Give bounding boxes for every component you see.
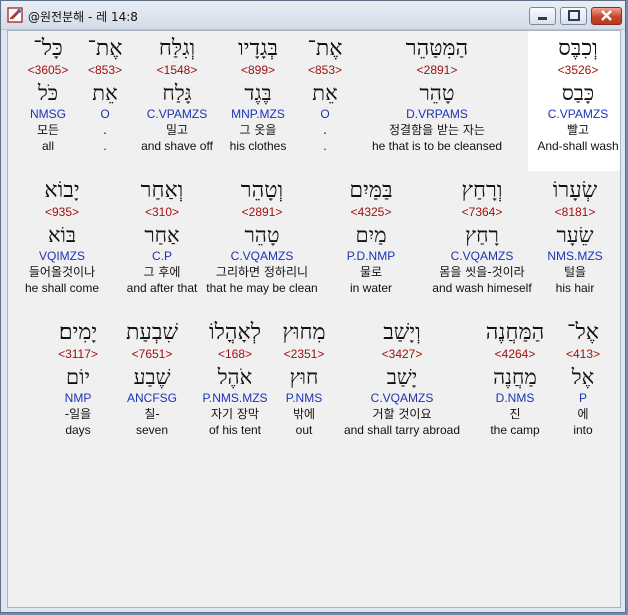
word-column[interactable]: יָמִים׃ <3117> יוֹם NMP -일을 days [8,320,153,438]
korean-gloss: 들어올것이나 [28,265,96,279]
app-book-icon [7,7,23,23]
minimize-icon [538,17,547,20]
morphology-code: NMP [64,391,92,405]
close-icon [601,10,612,21]
lemma: יוֹם [66,365,90,389]
window-title: @원전분해 - 레 14:8 [28,10,138,24]
english-gloss: days [65,423,91,437]
korean-gloss: 빨고 [566,123,590,137]
hebrew-word: כָּל־ [33,36,63,61]
hebrew-word: יָמִים׃ [58,320,98,345]
english-gloss: And-shall wash [537,139,619,153]
app-window: @원전분해 - 레 14:8 וְכִבֶּס <3526> כָּבַס C.VPA… [0,0,626,613]
morphology-code: VQIMZS [38,249,85,263]
word-column[interactable]: כָּל־ <3605> כֹּל NMSG 모든 all [8,36,123,154]
close-button[interactable] [591,7,622,25]
morphology-code: C.VPAMZS [547,107,609,121]
lemma: כֹּל [37,81,59,105]
english-gloss: all [41,139,54,153]
korean-gloss: -일을 [64,407,92,421]
lemma: בּוֹא [47,223,77,247]
word-column[interactable]: יָבוֹא <935> בּוֹא VQIMZS 들어올것이나 he shall com… [8,178,137,296]
korean-gloss: 모든 [36,123,60,137]
hebrew-word: וְכִבֶּס [558,36,598,61]
morphology-code: NMSG [30,107,66,121]
strong-number: <3117> [58,347,98,361]
word-column[interactable]: וְכִבֶּס <3526> כָּבַס C.VPAMZS 빨고 And-shall … [527,31,620,171]
minimize-button[interactable] [529,7,556,25]
strong-number: <3605> [27,63,69,77]
english-gloss: he shall come [24,281,100,295]
strong-number: <3526> [557,63,599,77]
interlinear-panel: וְכִבֶּס <3526> כָּבַס C.VPAMZS 빨고 And-shall … [7,30,621,608]
strong-number: <935> [44,205,80,219]
maximize-button[interactable] [560,7,587,25]
lemma: כָּבַס [561,81,595,105]
hebrew-word: יָבוֹא [44,178,80,203]
title-bar[interactable]: @원전분해 - 레 14:8 [1,1,625,30]
maximize-icon [568,10,580,21]
